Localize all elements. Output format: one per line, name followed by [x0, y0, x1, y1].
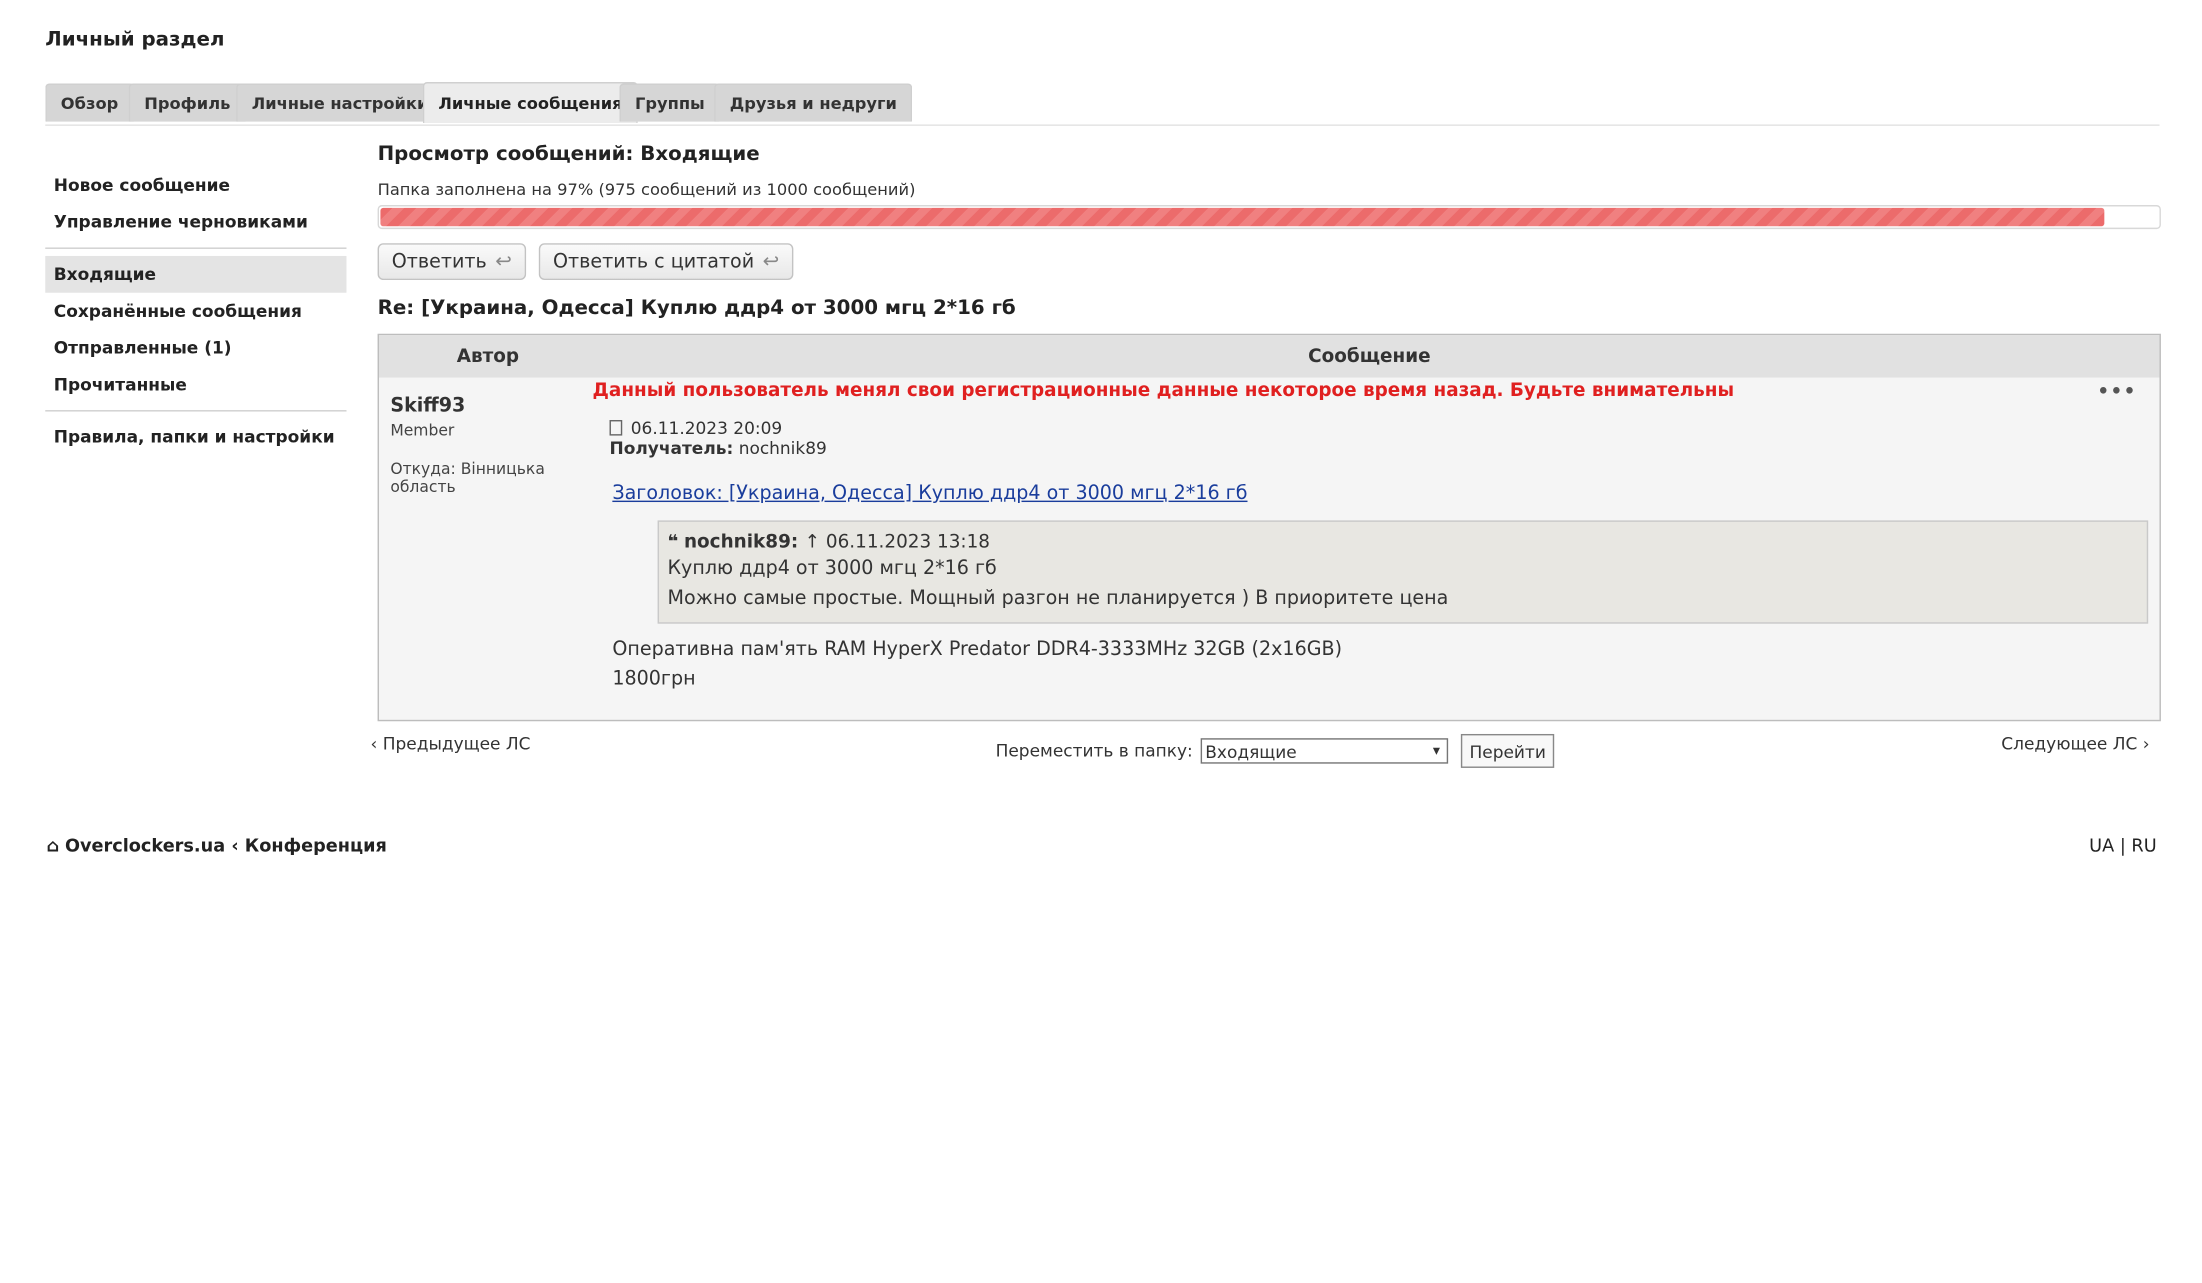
sidebar-item-saved[interactable]: Сохранённые сообщения: [45, 293, 346, 330]
breadcrumb-section[interactable]: Конференция: [245, 834, 387, 855]
quote-date: 06.11.2023 13:18: [825, 531, 991, 553]
more-options-icon[interactable]: •••: [2097, 382, 2137, 403]
document-icon: [609, 420, 623, 436]
column-author: Автор: [456, 346, 520, 368]
lang-separator: |: [2119, 834, 2126, 856]
author-profile: Skiff93 Member Откуда: Вінницька область: [390, 395, 588, 497]
post-header: Автор Сообщение: [379, 335, 2160, 378]
quote-icon: ❝: [667, 531, 679, 553]
reply-arrow-icon: ↩: [762, 250, 780, 273]
next-message-link[interactable]: Следующее ЛС ›: [2001, 734, 2149, 754]
sidebar-item-new-message[interactable]: Новое сообщение: [45, 167, 346, 204]
reply-button[interactable]: Ответить ↩: [377, 243, 527, 281]
recipient-label: Получатель:: [609, 438, 734, 459]
tab-overview[interactable]: Обзор: [45, 83, 134, 122]
sidebar-divider: [45, 247, 347, 249]
breadcrumb-separator-icon: ‹: [231, 834, 239, 856]
quote-author: nochnik89:: [683, 531, 799, 553]
go-button[interactable]: Перейти: [1461, 733, 1555, 768]
home-icon: ⌂: [46, 834, 60, 856]
chevron-left-icon: ‹: [370, 733, 378, 754]
message-pager: ‹ Предыдущее ЛС Переместить в папку: Вхо…: [371, 733, 2161, 770]
quote-reply-button[interactable]: Ответить с цитатой ↩: [538, 243, 794, 281]
quota-text: Папка заполнена на 97% (975 сообщений из…: [377, 179, 916, 200]
quote-header: ❝ nochnik89: ↑ 06.11.2023 13:18: [668, 532, 2139, 555]
column-message: Сообщение: [1308, 346, 1431, 368]
author-location: Откуда: Вінницька область: [390, 460, 588, 497]
page-title: Личный раздел: [45, 28, 225, 51]
sidebar: Новое сообщение Управление черновиками В…: [45, 167, 347, 456]
main-content: Просмотр сообщений: Входящие Папка запол…: [377, 136, 2161, 722]
quote-jump-icon[interactable]: ↑: [805, 532, 820, 553]
move-to-folder: Переместить в папку: Входящие ▾ Перейти: [995, 733, 1555, 768]
sidebar-divider: [45, 410, 347, 412]
footer-breadcrumb: ⌂ Overclockers.ua ‹ Конференция UA | RU: [47, 834, 2157, 855]
reply-button-label: Ответить: [391, 250, 487, 273]
reply-line: Оперативна пам'ять RAM HyperX Predator D…: [612, 637, 1343, 661]
message-post: Автор Сообщение Skiff93 Member Откуда: В…: [377, 333, 2161, 722]
sidebar-item-drafts[interactable]: Управление черновиками: [45, 204, 346, 241]
lang-ua[interactable]: UA: [2089, 834, 2114, 855]
tab-groups[interactable]: Группы: [619, 83, 721, 122]
tab-friends-foes[interactable]: Друзья и недруги: [714, 83, 913, 122]
message-date: 06.11.2023 20:09: [630, 418, 783, 439]
message-body: Данный пользователь менял свои регистрац…: [593, 380, 2149, 694]
quote-block: ❝ nochnik89: ↑ 06.11.2023 13:18 Куплю ддр…: [657, 520, 2149, 624]
author-location-label: Откуда:: [390, 459, 456, 478]
sidebar-item-inbox[interactable]: Входящие: [45, 255, 347, 293]
breadcrumb-site[interactable]: Overclockers.ua: [65, 834, 225, 855]
recipient-name[interactable]: nochnik89: [739, 438, 827, 458]
sidebar-item-sent[interactable]: Отправленные (1): [45, 330, 346, 367]
quote-line: Куплю ддр4 от 3000 мгц 2*16 гб: [667, 557, 997, 580]
registration-warning: Данный пользователь менял свои регистрац…: [592, 380, 1735, 402]
tab-bar: Обзор Профиль Личные настройки Личные со…: [45, 82, 2160, 126]
subject-link[interactable]: Заголовок: [Украина, Одесса] Куплю ддр4 …: [612, 482, 2148, 505]
chevron-right-icon: ›: [2142, 733, 2150, 754]
folder-select[interactable]: Входящие ▾: [1201, 738, 1449, 764]
message-subject: Re: [Украина, Одесса] Куплю ддр4 от 3000…: [377, 296, 1016, 320]
quote-line: Можно самые простые. Мощный разгон не пл…: [667, 586, 1449, 610]
lang-ru[interactable]: RU: [2131, 834, 2156, 855]
tab-private-messages[interactable]: Личные сообщения: [422, 82, 639, 124]
quota-bar-fill: [380, 207, 2105, 227]
author-rank: Member: [390, 421, 455, 440]
reply-text: Оперативна пам'ять RAM HyperX Predator D…: [612, 635, 2148, 694]
reply-line: 1800грн: [612, 667, 696, 691]
sidebar-item-read[interactable]: Прочитанные: [45, 366, 346, 403]
language-switch: UA | RU: [2089, 834, 2157, 855]
tab-personal-settings[interactable]: Личные настройки: [236, 83, 444, 122]
folder-select-value: Входящие: [1205, 742, 1297, 763]
quote-reply-button-label: Ответить с цитатой: [553, 250, 755, 273]
move-folder-label: Переместить в папку:: [995, 741, 1193, 761]
view-title: Просмотр сообщений: Входящие: [377, 142, 760, 166]
quota-bar: [377, 205, 2161, 230]
next-message-label: Следующее ЛС: [2001, 733, 2138, 754]
chevron-down-icon: ▾: [1432, 743, 1441, 760]
sidebar-item-rules-folders[interactable]: Правила, папки и настройки: [45, 419, 346, 456]
reply-arrow-icon: ↩: [495, 250, 512, 273]
previous-message-label: Предыдущее ЛС: [382, 733, 531, 754]
author-name[interactable]: Skiff93: [390, 395, 588, 418]
previous-message-link[interactable]: ‹ Предыдущее ЛС: [371, 734, 531, 754]
tab-profile[interactable]: Профиль: [128, 83, 246, 122]
message-meta: 06.11.2023 20:09 Получатель: nochnik89: [609, 418, 2149, 459]
